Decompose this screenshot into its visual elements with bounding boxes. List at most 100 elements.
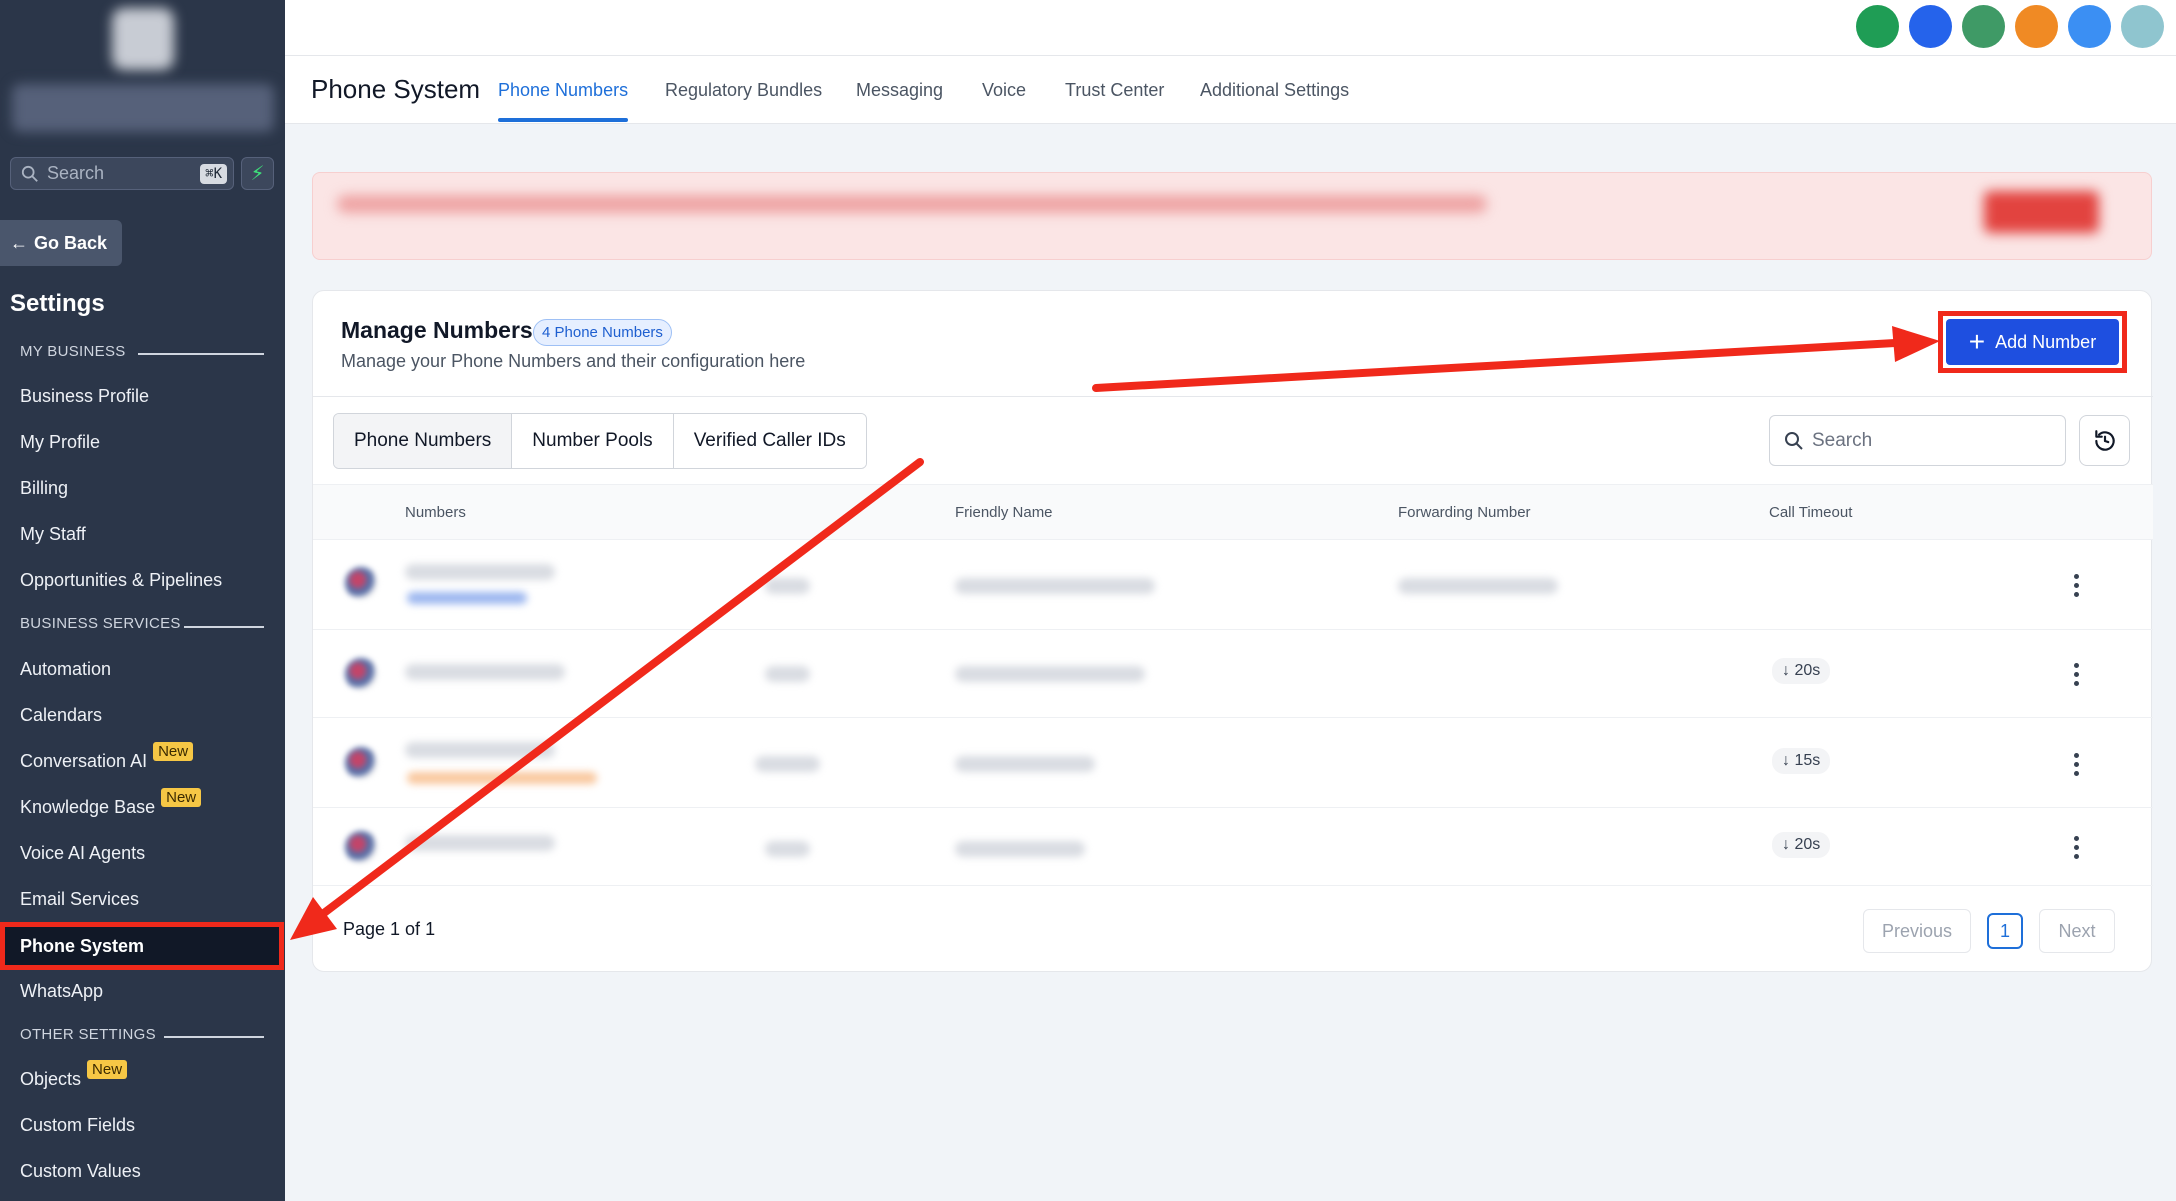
- tab-phone-numbers[interactable]: Phone Numbers: [498, 80, 628, 101]
- phone-icon[interactable]: [1856, 4, 1899, 48]
- go-back-label: Go Back: [34, 232, 108, 253]
- table-row[interactable]: [313, 540, 2153, 630]
- add-number-button[interactable]: + Add Number: [1946, 319, 2119, 365]
- sidebar-item-my-profile[interactable]: My Profile: [20, 432, 100, 453]
- sidebar-item-calendars[interactable]: Calendars: [20, 705, 102, 726]
- row-menu-icon[interactable]: [2061, 659, 2091, 689]
- notifications-icon[interactable]: [2015, 4, 2058, 48]
- row-menu-icon[interactable]: [2061, 749, 2091, 779]
- segment-phone-numbers[interactable]: Phone Numbers: [334, 414, 513, 468]
- segment-verified-caller-ids[interactable]: Verified Caller IDs: [673, 414, 866, 468]
- sidebar-item-phone-system[interactable]: Phone System: [0, 922, 284, 970]
- column-forwarding-number: Forwarding Number: [1398, 504, 1531, 521]
- alert-action-button[interactable]: [1984, 191, 2099, 233]
- table-row[interactable]: ↓ 20s: [313, 630, 2153, 718]
- sidebar-item-email-services[interactable]: Email Services: [20, 889, 139, 910]
- friendly-name: [955, 666, 1145, 682]
- sidebar-search-placeholder: Search: [47, 163, 105, 183]
- arrow-left-icon: ←: [10, 232, 28, 253]
- sidebar-search[interactable]: Search ⌘K: [10, 157, 234, 190]
- search-icon: [1785, 431, 1803, 450]
- us-flag-icon: [345, 567, 377, 599]
- sidebar-item-label: Knowledge Base: [20, 797, 156, 817]
- phone-number: [405, 742, 555, 758]
- section-other-settings-label: OTHER SETTINGS: [20, 1026, 156, 1043]
- column-call-timeout: Call Timeout: [1769, 504, 1853, 521]
- us-flag-icon: [345, 658, 377, 690]
- tab-regulatory-bundles[interactable]: Regulatory Bundles: [665, 80, 822, 101]
- tab-messaging[interactable]: Messaging: [856, 80, 943, 101]
- card-description: Manage your Phone Numbers and their conf…: [341, 351, 806, 371]
- next-page-button[interactable]: Next: [2039, 909, 2115, 953]
- section-divider: [138, 353, 264, 355]
- tab-trust-center[interactable]: Trust Center: [1065, 80, 1164, 101]
- section-other-settings: OTHER SETTINGS: [20, 1026, 156, 1043]
- number-type: [755, 756, 820, 772]
- sidebar-item-business-profile[interactable]: Business Profile: [20, 386, 149, 407]
- sidebar-item-label: Opportunities & Pipelines: [20, 570, 223, 590]
- call-timeout-value: 20s: [1794, 662, 1821, 679]
- card-title: Manage Numbers: [341, 317, 533, 343]
- plus-icon: +: [1968, 326, 1986, 357]
- sidebar-item-label: Calendars: [20, 705, 103, 725]
- arrow-down-icon: ↓: [1782, 662, 1795, 679]
- sidebar-item-custom-values[interactable]: Custom Values: [20, 1161, 141, 1182]
- sidebar-item-my-staff[interactable]: My Staff: [20, 524, 86, 545]
- sidebar-item-label: Conversation AI: [20, 751, 148, 771]
- sidebar-item-billing[interactable]: Billing: [20, 478, 68, 499]
- phone-count-badge: 4 Phone Numbers: [533, 319, 672, 346]
- registration-alert: [312, 172, 2152, 260]
- card-divider: [313, 396, 2153, 397]
- avatar[interactable]: [2121, 4, 2164, 48]
- section-business-services: BUSINESS SERVICES: [20, 615, 181, 632]
- column-friendly-name: Friendly Name: [955, 504, 1053, 521]
- company-logo: [112, 8, 174, 70]
- quick-actions-button[interactable]: ⚡: [241, 157, 274, 190]
- new-badge: New: [87, 1060, 128, 1079]
- table-row[interactable]: ↓ 20s: [313, 808, 2153, 886]
- sidebar-item-conversation-ai[interactable]: Conversation AI New: [20, 742, 194, 772]
- sidebar-item-label: Email Services: [20, 889, 140, 909]
- arrow-down-icon: ↓: [1782, 752, 1795, 769]
- sidebar-item-label: Billing: [20, 478, 69, 498]
- table-search-input[interactable]: Search: [1769, 415, 2066, 466]
- account-switcher[interactable]: [12, 84, 274, 132]
- sidebar-item-label: Custom Fields: [20, 1115, 136, 1135]
- sidebar-item-knowledge-base[interactable]: Knowledge Base New: [20, 788, 202, 818]
- us-flag-icon: [345, 831, 377, 863]
- tab-voice[interactable]: Voice: [982, 80, 1026, 101]
- go-back-button[interactable]: ← Go Back: [0, 220, 122, 266]
- sidebar-item-automation[interactable]: Automation: [20, 659, 111, 680]
- number-tag: [407, 592, 527, 604]
- segmented-tabs: Phone Numbers Number Pools Verified Call…: [333, 413, 867, 469]
- add-number-label: Add Number: [1995, 331, 2097, 352]
- search-shortcut: ⌘K: [200, 164, 227, 184]
- sidebar-item-label: Automation: [20, 659, 112, 679]
- refresh-button[interactable]: [2079, 415, 2130, 466]
- page-title: Phone System: [311, 74, 481, 104]
- number-type: [765, 666, 810, 682]
- sidebar-item-label: My Profile: [20, 432, 101, 452]
- megaphone-icon[interactable]: [1962, 4, 2005, 48]
- tab-additional-settings[interactable]: Additional Settings: [1200, 80, 1349, 101]
- row-menu-icon[interactable]: [2061, 570, 2091, 600]
- chat-icon[interactable]: [1909, 4, 1952, 48]
- sidebar-item-objects[interactable]: Objects New: [20, 1060, 128, 1090]
- section-my-business: MY BUSINESS: [20, 343, 126, 360]
- segment-number-pools[interactable]: Number Pools: [512, 414, 674, 468]
- forwarding-number: [1398, 578, 1558, 594]
- settings-title: Settings: [10, 290, 105, 317]
- sidebar-item-voice-ai-agents[interactable]: Voice AI Agents: [20, 843, 145, 864]
- sidebar-item-custom-fields[interactable]: Custom Fields: [20, 1115, 135, 1136]
- previous-page-button[interactable]: Previous: [1863, 909, 1971, 953]
- row-menu-icon[interactable]: [2061, 832, 2091, 862]
- page-1-button[interactable]: 1: [1987, 913, 2023, 949]
- sidebar-item-whatsapp[interactable]: WhatsApp: [20, 981, 103, 1002]
- table-row[interactable]: ↓ 15s: [313, 718, 2153, 808]
- sidebar-item-opportunities[interactable]: Opportunities & Pipelines: [20, 570, 222, 591]
- search-icon: [21, 165, 38, 182]
- sidebar-item-label: Custom Values: [20, 1161, 141, 1181]
- number-type: [765, 578, 810, 594]
- help-icon[interactable]: [2068, 4, 2111, 48]
- active-tab-indicator: [498, 118, 628, 122]
